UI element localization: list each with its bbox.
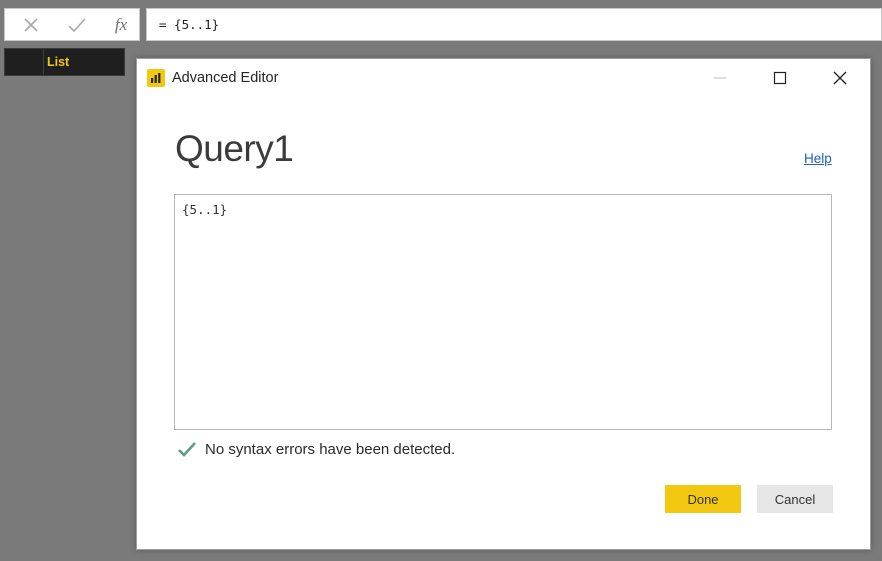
syntax-status-text: No syntax errors have been detected.: [205, 440, 456, 458]
column-header[interactable]: List: [4, 48, 125, 76]
syntax-status: No syntax errors have been detected.: [177, 438, 455, 460]
cancel-button[interactable]: Cancel: [757, 485, 833, 513]
formula-input[interactable]: = {5..1}: [146, 8, 882, 41]
power-bi-icon: [147, 69, 165, 87]
dialog-title: Advanced Editor: [172, 70, 279, 86]
fx-icon[interactable]: fx: [101, 9, 141, 40]
success-check-icon: [177, 440, 197, 458]
x-icon[interactable]: [11, 9, 51, 40]
column-header-label: List: [47, 55, 70, 69]
help-link[interactable]: Help: [804, 151, 832, 166]
maximize-icon[interactable]: [757, 61, 803, 95]
check-icon[interactable]: [57, 9, 97, 40]
code-editor[interactable]: {5..1}: [174, 194, 832, 430]
close-icon[interactable]: [817, 61, 863, 95]
done-button[interactable]: Done: [665, 485, 741, 513]
formula-bar-controls: fx: [4, 8, 140, 41]
query-title: Query1: [175, 128, 294, 169]
column-header-divider: [43, 49, 44, 75]
advanced-editor-dialog: Advanced Editor Query1 Help {5..1} No sy…: [136, 58, 871, 550]
minimize-icon[interactable]: [697, 61, 743, 95]
